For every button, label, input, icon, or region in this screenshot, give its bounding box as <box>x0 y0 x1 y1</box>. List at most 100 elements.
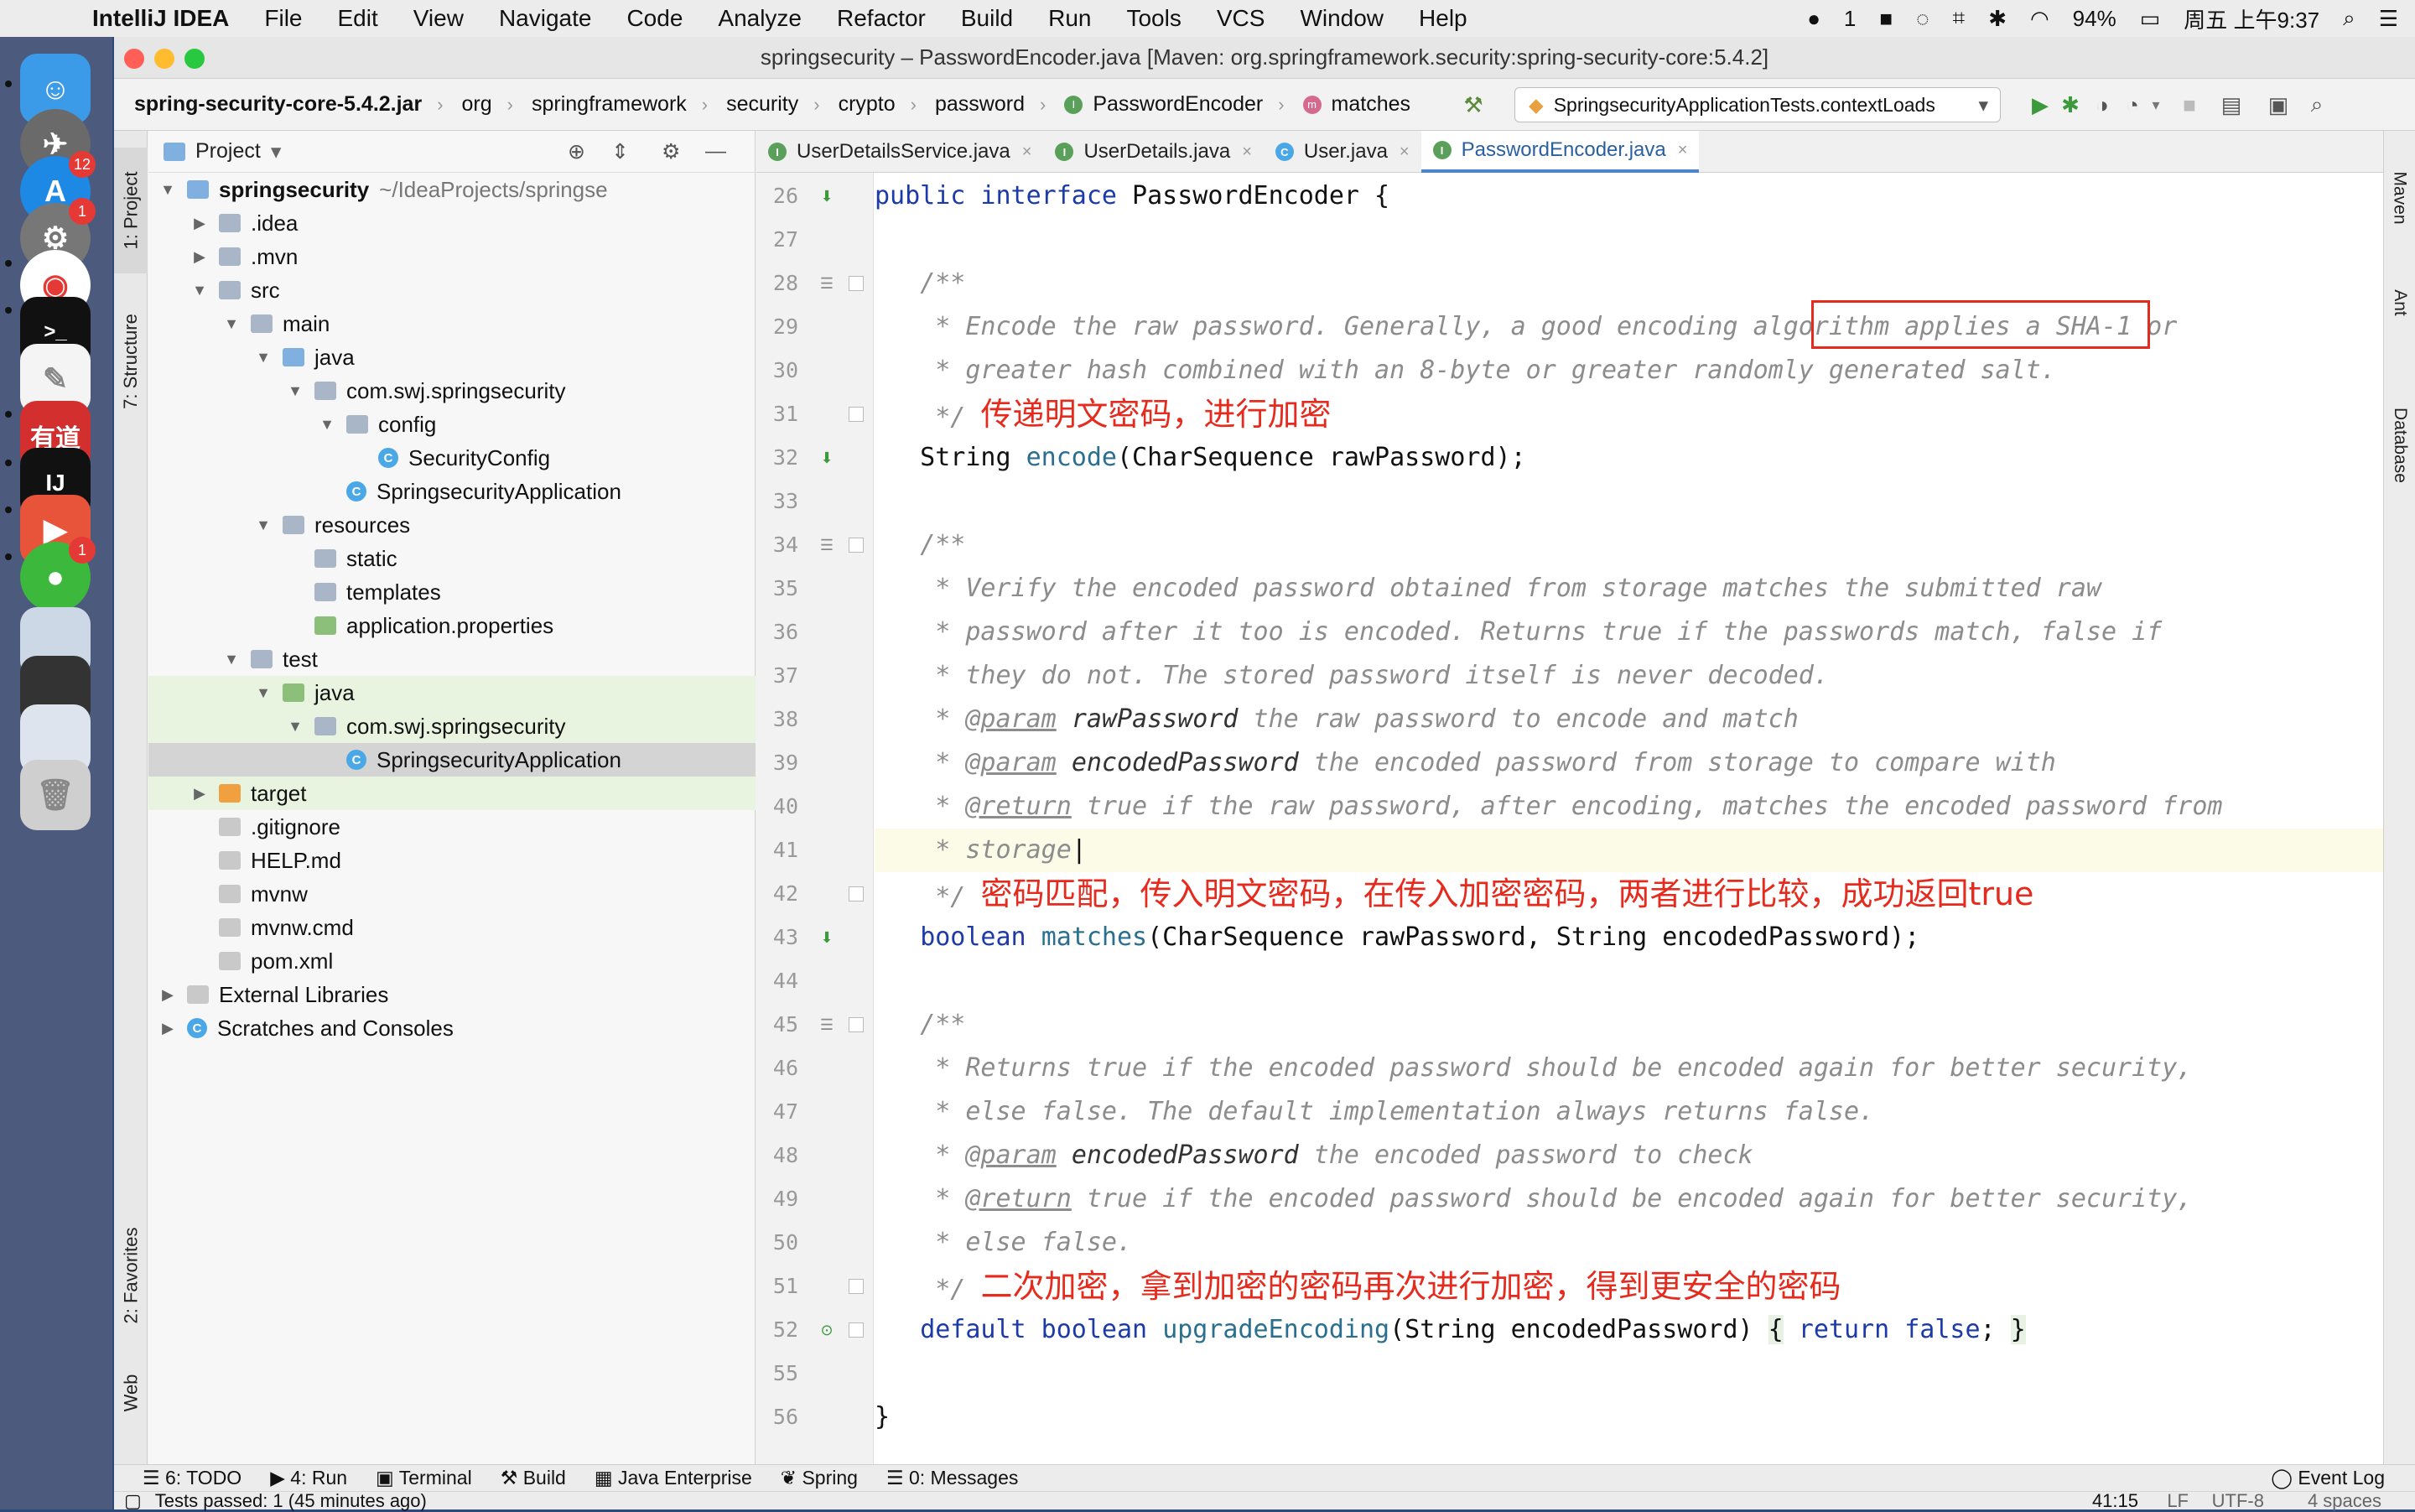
tree-item[interactable]: ▼ java <box>148 676 756 709</box>
menu-view[interactable]: View <box>413 5 464 32</box>
expanded-arrow-icon[interactable]: ▼ <box>190 282 209 299</box>
close-tab-icon[interactable]: × <box>1678 141 1688 160</box>
implementations-icon[interactable]: ⬇ <box>815 446 839 470</box>
tree-item[interactable]: ▶ .mvn <box>148 240 756 273</box>
code-line[interactable]: * password after it too is encoded. Retu… <box>875 611 2409 654</box>
close-window-button[interactable] <box>124 49 144 69</box>
run-tab[interactable]: ▶ 4: Run <box>270 1467 347 1489</box>
expanded-arrow-icon[interactable]: ▼ <box>254 349 273 366</box>
code-line[interactable]: /** <box>875 262 2409 305</box>
gear-icon[interactable]: ⚙ <box>662 139 680 164</box>
java-enterprise-tab[interactable]: ▦ Java Enterprise <box>595 1467 752 1489</box>
implementations-icon[interactable]: ⊙ <box>815 1318 839 1342</box>
code-line[interactable]: * greater hash combined with an 8-byte o… <box>875 349 2409 392</box>
spotlight-search-icon[interactable]: ⌕ <box>2343 5 2355 32</box>
trash-icon[interactable]: 🗑 <box>20 760 91 830</box>
tree-item[interactable]: ▼ resources <box>148 508 756 542</box>
line-separator[interactable]: LF <box>2167 1490 2189 1512</box>
collapsed-arrow-icon[interactable]: ▶ <box>190 248 209 266</box>
code-line[interactable] <box>875 480 2409 523</box>
chevron-down-icon[interactable]: ▾ <box>271 139 282 164</box>
fold-marker-icon[interactable] <box>849 1017 864 1032</box>
tree-item[interactable]: mvnw <box>148 877 756 911</box>
indent-setting[interactable]: 4 spaces <box>2308 1490 2381 1512</box>
spring-tab[interactable]: ❦ Spring <box>781 1467 858 1489</box>
expanded-arrow-icon[interactable]: ▼ <box>318 416 336 434</box>
battery-icon[interactable]: ▭ <box>2140 6 2161 32</box>
editor-tab[interactable]: C User.java × <box>1264 131 1421 173</box>
close-tab-icon[interactable]: × <box>1022 143 1032 162</box>
expanded-arrow-icon[interactable]: ▼ <box>222 315 241 333</box>
fold-marker-icon[interactable] <box>849 276 864 291</box>
project-view-select[interactable]: Project <box>195 139 261 164</box>
tree-item[interactable]: static <box>148 542 756 575</box>
menu-app-name[interactable]: IntelliJ IDEA <box>92 5 229 32</box>
event-log-tab[interactable]: ◯ Event Log <box>2271 1467 2385 1489</box>
code-line[interactable]: * @return true if the encoded password s… <box>875 1177 2409 1221</box>
code-line[interactable]: */ 二次加密，拿到加密的密码再次进行加密，得到更安全的密码 <box>875 1265 2409 1308</box>
tab-structure[interactable]: 7: Structure <box>114 290 148 433</box>
menu-build[interactable]: Build <box>961 5 1013 32</box>
fold-marker-icon[interactable] <box>849 1322 864 1338</box>
close-tab-icon[interactable]: × <box>1400 143 1410 162</box>
menu-code[interactable]: Code <box>626 5 683 32</box>
run-configuration-select[interactable]: ◆ SpringsecurityApplicationTests.context… <box>1514 87 2001 122</box>
tree-item[interactable]: pom.xml <box>148 944 756 978</box>
expanded-arrow-icon[interactable]: ▼ <box>254 684 273 702</box>
menu-file[interactable]: File <box>264 5 302 32</box>
minimize-window-button[interactable] <box>154 49 174 69</box>
code-line[interactable]: * else false. <box>875 1221 2409 1265</box>
tab-maven[interactable]: Maven <box>2384 148 2415 248</box>
breadcrumb-password[interactable]: password <box>935 92 1025 117</box>
notification-center-icon[interactable]: ☰ <box>2379 6 2398 32</box>
collapsed-arrow-icon[interactable]: ▶ <box>190 785 209 803</box>
breadcrumb-matches[interactable]: m matches <box>1302 92 1410 117</box>
tree-item[interactable]: ▶ C Scratches and Consoles <box>148 1011 756 1045</box>
zoom-window-button[interactable] <box>184 49 205 69</box>
breadcrumb-security[interactable]: security <box>726 92 798 117</box>
expanded-arrow-icon[interactable]: ▼ <box>286 718 304 735</box>
code-line[interactable]: * @param encodedPassword the encoded pas… <box>875 1134 2409 1177</box>
tab-database[interactable]: Database <box>2384 382 2415 508</box>
run-icon[interactable]: ▶ <box>2028 92 2053 117</box>
tree-item[interactable]: templates <box>148 575 756 609</box>
collapse-all-icon[interactable]: ⇕ <box>611 139 629 164</box>
locate-file-icon[interactable]: ⊕ <box>568 139 585 164</box>
status-chat-icon[interactable]: ◌ <box>1916 6 1929 32</box>
code-line[interactable]: * Verify the encoded password obtained f… <box>875 567 2409 611</box>
fold-marker-icon[interactable] <box>849 1279 864 1294</box>
breadcrumb-jar[interactable]: spring-security-core-5.4.2.jar <box>134 92 422 117</box>
messages-tab[interactable]: ☰ 0: Messages <box>886 1467 1018 1489</box>
tree-item[interactable]: ▼ java <box>148 340 756 374</box>
code-line[interactable]: * they do not. The stored password itsel… <box>875 654 2409 698</box>
menu-vcs[interactable]: VCS <box>1217 5 1265 32</box>
fold-marker-icon[interactable] <box>849 407 864 422</box>
menu-edit[interactable]: Edit <box>338 5 378 32</box>
code-line[interactable]: boolean matches(CharSequence rawPassword… <box>875 916 2409 959</box>
debug-icon[interactable]: ✱ <box>2058 92 2083 117</box>
tree-item[interactable]: HELP.md <box>148 844 756 877</box>
menu-window[interactable]: Window <box>1300 5 1384 32</box>
profile-icon[interactable]: ◔ <box>2120 92 2145 117</box>
tree-item[interactable]: ▼ springsecurity ~/IdeaProjects/springse <box>148 173 756 206</box>
build-hammer-icon[interactable]: ⚒ <box>1461 92 1486 117</box>
collapsed-arrow-icon[interactable]: ▶ <box>158 986 177 1004</box>
breadcrumb-crypto[interactable]: crypto <box>839 92 896 117</box>
expanded-arrow-icon[interactable]: ▼ <box>222 651 241 668</box>
tree-item[interactable]: .gitignore <box>148 810 756 844</box>
caret-position[interactable]: 41:15 <box>2092 1490 2138 1512</box>
editor-tab[interactable]: I UserDetailsService.java × <box>756 131 1043 173</box>
code-line[interactable] <box>875 218 2409 262</box>
tree-item[interactable]: C SpringsecurityApplication <box>148 475 756 508</box>
status-app-icon[interactable]: ■ <box>1879 6 1893 32</box>
search-everywhere-icon[interactable]: ⌕ <box>2304 91 2329 117</box>
stop-icon[interactable]: ■ <box>2177 92 2202 117</box>
editor-tab[interactable]: I PasswordEncoder.java × <box>1420 131 1700 173</box>
menu-tools[interactable]: Tools <box>1126 5 1181 32</box>
tree-item[interactable]: ▶ target <box>148 777 756 810</box>
clock[interactable]: 周五 上午9:37 <box>2184 3 2319 34</box>
expanded-arrow-icon[interactable]: ▼ <box>286 382 304 400</box>
chevron-down-icon[interactable]: ▾ <box>2143 92 2168 117</box>
menu-refactor[interactable]: Refactor <box>837 5 926 32</box>
tree-item[interactable]: C SpringsecurityApplication <box>148 743 756 777</box>
